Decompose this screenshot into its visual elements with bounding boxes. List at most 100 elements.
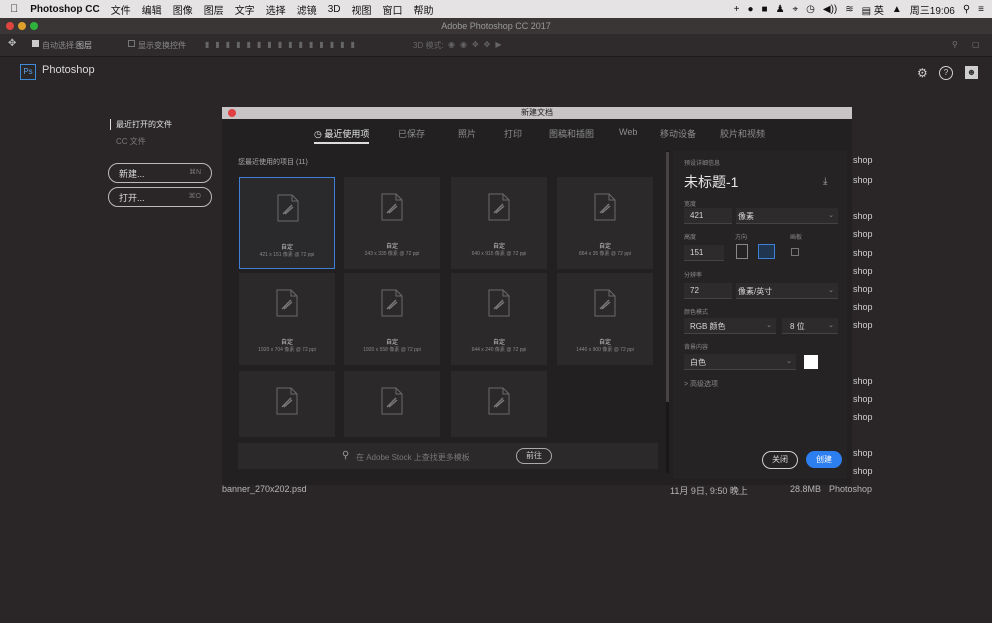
wifi-icon[interactable]: ≋ [845, 4, 853, 15]
status-icon-clock[interactable]: ◷ [806, 4, 815, 15]
preset-tile[interactable]: 自定 1920 x 704 像素 @ 72 ppi [239, 273, 335, 365]
width-label: 宽度 [684, 202, 697, 208]
resolution-input[interactable]: 72 [684, 283, 732, 299]
recent-file-name[interactable]: banner_270x202.psd [222, 484, 307, 494]
recent-files-heading[interactable]: 最近打开的文件 [110, 119, 172, 130]
document-icon [488, 193, 510, 221]
recent-file-app: shop [853, 376, 873, 386]
color-mode-select[interactable]: RGB 颜色 ⌄ [684, 318, 776, 334]
menubar-status-area: + ● ■ ♟ ⌖ ◷ ◀)) ≋ ▤ 英 ▲ 周三19:06 ⚲ ≡ [734, 0, 984, 18]
document-icon [276, 289, 298, 317]
preset-tile[interactable] [239, 371, 335, 437]
menu-image[interactable]: 图像 [173, 2, 193, 17]
tab-mobile[interactable]: 移动设备 [660, 127, 696, 140]
app-label: Photoshop [42, 64, 95, 76]
auto-select-dropdown[interactable]: 图层 [76, 40, 92, 51]
tab-film-video[interactable]: 胶片和视频 [720, 127, 765, 140]
new-button[interactable]: 新建... ⌘N [108, 163, 212, 183]
preset-tile[interactable]: 自定 243 x 335 像素 @ 72 ppi [344, 177, 440, 269]
tab-recent[interactable]: ◷ 最近使用项 [314, 127, 370, 144]
preset-name: 自定 [492, 244, 505, 250]
photoshop-logo-icon: Ps [20, 64, 36, 80]
create-button[interactable]: 创建 [806, 451, 842, 468]
preset-tile[interactable]: 自定 421 x 151 像素 @ 72 ppi [239, 177, 335, 269]
tab-art-illustration[interactable]: 图稿和插图 [549, 127, 594, 140]
menubar-clock[interactable]: 周三19:06 [910, 2, 955, 17]
menu-file[interactable]: 文件 [111, 2, 131, 17]
open-button[interactable]: 打开... ⌘O [108, 187, 212, 207]
apple-icon[interactable]:  [10, 3, 18, 15]
help-icon[interactable]: ? [939, 66, 953, 80]
account-avatar[interactable]: ☻ [965, 66, 978, 79]
height-input[interactable]: 151 [684, 245, 724, 261]
width-value: 421 [690, 211, 704, 220]
menu-view[interactable]: 视图 [351, 2, 371, 17]
move-tool-icon[interactable]: ✥ [8, 38, 16, 49]
menu-edit[interactable]: 编辑 [142, 2, 162, 17]
recent-file-app: shop [853, 248, 873, 258]
status-icon-target[interactable]: ⌖ [793, 4, 799, 15]
align-icons[interactable]: ▮▮▮▮▮▮▮▮▮▮▮▮▮▮▮ [205, 40, 361, 49]
go-button[interactable]: 前往 [516, 448, 552, 464]
menu-type[interactable]: 文字 [235, 2, 255, 17]
document-name-field[interactable]: 未标题-1 [684, 172, 738, 192]
menu-select[interactable]: 选择 [266, 2, 286, 17]
tab-print[interactable]: 打印 [504, 127, 522, 140]
menubar-app-name[interactable]: Photoshop CC [30, 4, 99, 15]
tab-saved[interactable]: 已保存 [398, 127, 425, 140]
preset-scrollbar-thumb[interactable] [666, 152, 669, 402]
preset-tile[interactable]: 自定 864 x 35 像素 @ 72 ppi [557, 177, 653, 269]
preset-tile[interactable]: 自定 640 x 915 像素 @ 72 ppi [451, 177, 547, 269]
recent-file-app: shop [853, 412, 873, 422]
tab-photo[interactable]: 照片 [458, 127, 476, 140]
width-input[interactable]: 421 [684, 208, 732, 224]
portrait-icon[interactable] [736, 244, 748, 259]
document-icon [277, 194, 299, 222]
status-icon-stop[interactable]: ■ [762, 4, 768, 15]
background-select[interactable]: 白色 ⌄ [684, 354, 796, 370]
height-value: 151 [690, 248, 704, 257]
window-title: Adobe Photoshop CC 2017 [441, 21, 551, 31]
tab-web[interactable]: Web [619, 127, 637, 137]
input-source-icon[interactable]: ▤ 英 [862, 2, 884, 17]
status-icon-plus[interactable]: + [734, 4, 740, 15]
preset-tile[interactable] [451, 371, 547, 437]
menu-layer[interactable]: 图层 [204, 2, 224, 17]
search-icon[interactable]: ⚲ [952, 40, 958, 49]
document-icon [488, 289, 510, 317]
notification-center-icon[interactable]: ≡ [978, 4, 984, 15]
gear-icon[interactable]: ⚙ [917, 66, 931, 80]
3d-tools-icons[interactable]: ◉◉✥✥▶ [448, 40, 507, 49]
artboard-checkbox[interactable] [791, 248, 799, 256]
preset-tile[interactable]: 自定 644 x 240 像素 @ 72 ppi [451, 273, 547, 365]
menu-3d[interactable]: 3D [328, 4, 341, 15]
volume-icon[interactable]: ◀)) [823, 4, 837, 15]
stock-search-input[interactable]: 在 Adobe Stock 上查找更多模板 [356, 452, 470, 463]
width-unit-select[interactable]: 像素 ⌄ [736, 208, 838, 224]
resolution-unit-select[interactable]: 像素/英寸 ⌄ [736, 283, 838, 299]
status-icon-user[interactable]: ♟ [776, 4, 785, 15]
menu-window[interactable]: 窗口 [382, 2, 402, 17]
cc-files-link[interactable]: CC 文件 [116, 136, 146, 147]
landscape-icon[interactable] [758, 244, 775, 259]
close-button[interactable]: 关闭 [762, 451, 798, 469]
menu-help[interactable]: 帮助 [413, 2, 433, 17]
workspace-icon[interactable]: ▢ [972, 40, 980, 49]
status-icon-triangle[interactable]: ▲ [892, 4, 902, 15]
chevron-down-icon: ⌄ [828, 287, 834, 294]
menu-filter[interactable]: 滤镜 [297, 2, 317, 17]
preset-tile[interactable]: 自定 1440 x 900 像素 @ 72 ppi [557, 273, 653, 365]
show-transform-checkbox[interactable] [128, 40, 135, 47]
dialog-close-icon[interactable] [228, 109, 236, 117]
background-color-swatch[interactable] [804, 355, 818, 369]
preset-tile[interactable]: 自定 1920 x 558 像素 @ 72 ppi [344, 273, 440, 365]
save-preset-icon[interactable]: ⤓ [823, 176, 827, 187]
status-icon-record[interactable]: ● [747, 4, 753, 15]
spotlight-icon[interactable]: ⚲ [963, 4, 970, 15]
recent-file-app: shop [853, 284, 873, 294]
advanced-options-toggle[interactable]: > 高级选项 [684, 379, 718, 389]
preset-tile[interactable] [344, 371, 440, 437]
auto-select-checkbox[interactable] [32, 40, 39, 47]
bit-depth-select[interactable]: 8 位 ⌄ [782, 318, 838, 334]
preset-size: 1920 x 704 像素 @ 72 ppi [258, 347, 316, 353]
